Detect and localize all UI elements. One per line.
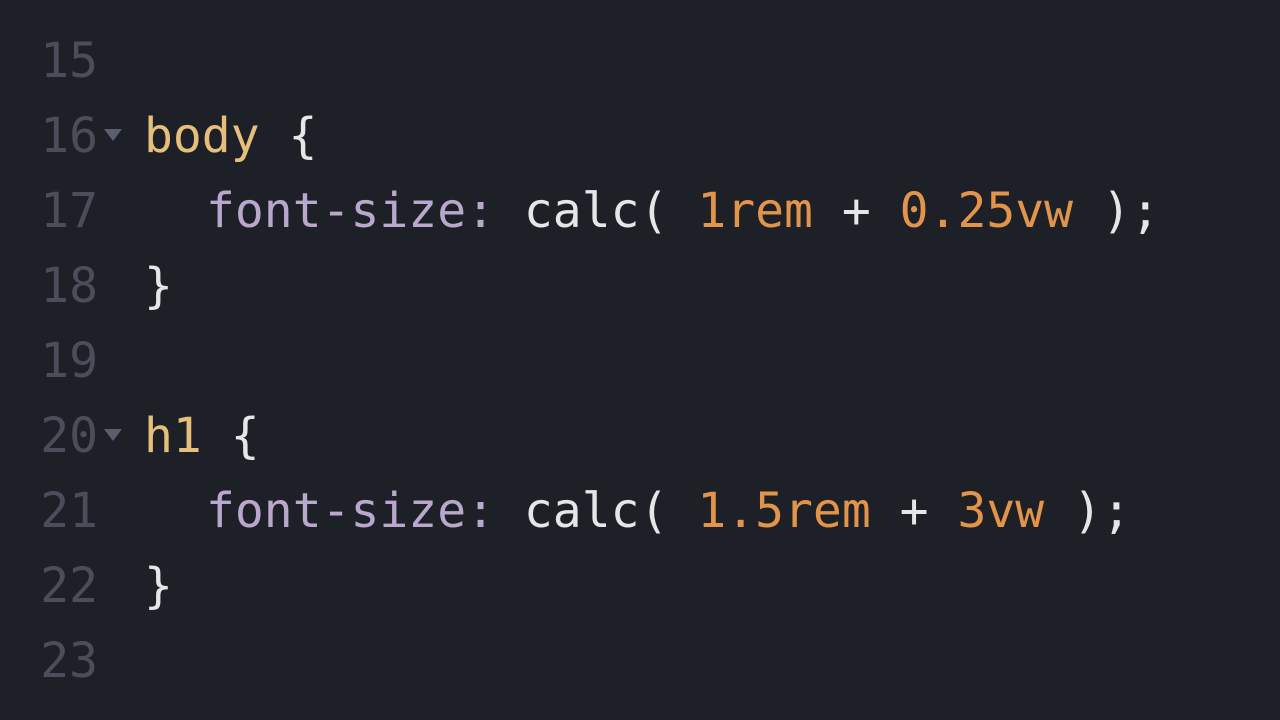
line-number-gutter: 151617181920212223: [0, 24, 130, 720]
token-paren: ): [1073, 483, 1102, 539]
token-func: calc: [524, 483, 640, 539]
code-area[interactable]: body {font-size: calc( 1rem + 0.25vw );}…: [130, 24, 1280, 720]
token-op: +: [900, 483, 929, 539]
code-line[interactable]: [144, 24, 1280, 99]
code-editor[interactable]: 151617181920212223 body {font-size: calc…: [0, 0, 1280, 720]
code-line[interactable]: }: [144, 249, 1280, 324]
token-space: [871, 483, 900, 539]
line-number-text: 15: [40, 24, 98, 99]
line-number-text: 23: [40, 624, 98, 699]
line-number: 23: [40, 624, 122, 699]
line-number-text: 19: [40, 324, 98, 399]
token-paren: (: [640, 483, 669, 539]
token-colon: :: [466, 183, 495, 239]
token-paren: ): [1102, 183, 1131, 239]
code-line[interactable]: h1 {: [144, 399, 1280, 474]
token-property: font-size: [206, 483, 466, 539]
token-space: [495, 483, 524, 539]
fold-toggle-icon[interactable]: [104, 429, 122, 441]
token-space: [495, 183, 524, 239]
token-unit: rem: [726, 183, 813, 239]
token-space: [813, 183, 842, 239]
code-line[interactable]: }: [144, 549, 1280, 624]
token-unit: rem: [784, 483, 871, 539]
line-number: 16: [40, 99, 122, 174]
token-op: +: [842, 183, 871, 239]
token-space: [1073, 183, 1102, 239]
token-brace: }: [144, 558, 173, 614]
token-selector: h1: [144, 408, 202, 464]
token-number: 1.5: [697, 483, 784, 539]
line-number: 22: [40, 549, 122, 624]
line-number-text: 16: [40, 99, 98, 174]
token-colon: :: [466, 483, 495, 539]
token-number: 0.25: [900, 183, 1016, 239]
token-unit: vw: [1015, 183, 1073, 239]
code-line[interactable]: font-size: calc( 1.5rem + 3vw );: [144, 474, 1280, 549]
fold-toggle-icon[interactable]: [104, 129, 122, 141]
token-space: [202, 408, 231, 464]
line-number: 20: [40, 399, 122, 474]
token-unit: vw: [986, 483, 1044, 539]
line-number-text: 18: [40, 249, 98, 324]
token-space: [929, 483, 958, 539]
token-property: font-size: [206, 183, 466, 239]
line-number: 19: [40, 324, 122, 399]
token-semi: ;: [1102, 483, 1131, 539]
token-space: [871, 183, 900, 239]
token-space: [1044, 483, 1073, 539]
token-brace: {: [289, 108, 318, 164]
token-brace: {: [231, 408, 260, 464]
line-number-text: 17: [40, 174, 98, 249]
line-number: 15: [40, 24, 122, 99]
token-number: 3: [957, 483, 986, 539]
token-space: [668, 183, 697, 239]
token-selector: body: [144, 108, 260, 164]
token-func: calc: [524, 183, 640, 239]
code-line[interactable]: [144, 324, 1280, 399]
code-line[interactable]: font-size: calc( 1rem + 0.25vw );: [144, 174, 1280, 249]
line-number-text: 20: [40, 399, 98, 474]
token-semi: ;: [1131, 183, 1160, 239]
token-brace: }: [144, 258, 173, 314]
line-number-text: 21: [40, 474, 98, 549]
line-number: 21: [40, 474, 122, 549]
token-space: [260, 108, 289, 164]
token-number: 1: [697, 183, 726, 239]
line-number: 17: [40, 174, 122, 249]
code-line[interactable]: [144, 624, 1280, 699]
line-number-text: 22: [40, 549, 98, 624]
code-line[interactable]: body {: [144, 99, 1280, 174]
token-paren: (: [640, 183, 669, 239]
token-space: [668, 483, 697, 539]
line-number: 18: [40, 249, 122, 324]
